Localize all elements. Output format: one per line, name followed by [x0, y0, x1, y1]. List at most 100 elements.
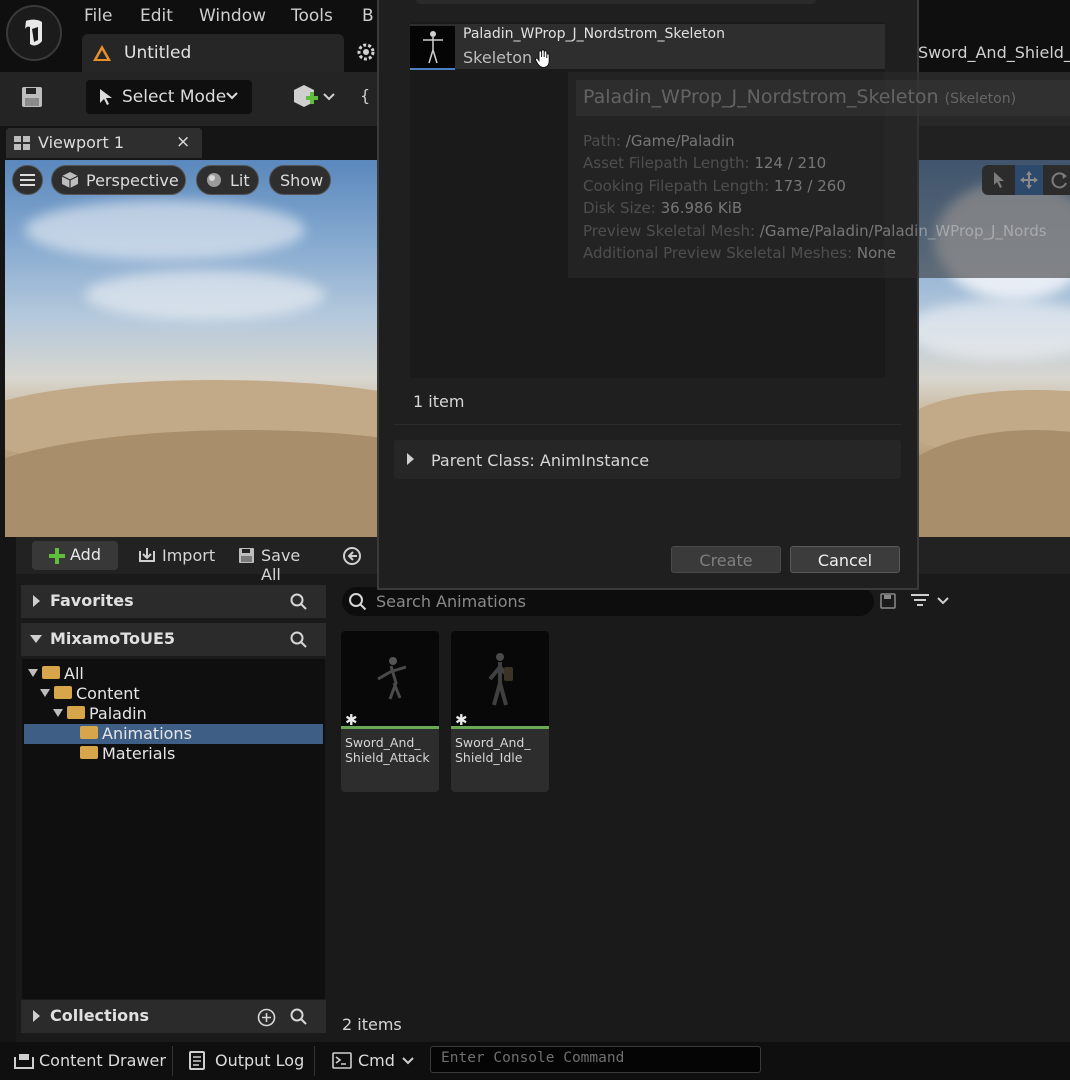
- skeleton-type: Skeleton: [463, 48, 533, 67]
- output-log-label: Output Log: [215, 1051, 305, 1070]
- output-log-icon: [189, 1051, 205, 1070]
- save-icon[interactable]: [20, 85, 44, 109]
- level-icon: [93, 45, 111, 61]
- tree-item-animations[interactable]: Animations: [80, 724, 192, 744]
- expand-right-icon: [33, 595, 40, 607]
- dialog-search-field[interactable]: [416, 0, 816, 4]
- menu-build[interactable]: B: [362, 6, 374, 26]
- project-label: MixamoToUE5: [50, 629, 176, 648]
- add-button[interactable]: Add: [32, 541, 118, 570]
- search-placeholder: Search Animations: [376, 592, 526, 611]
- search-icon[interactable]: [290, 593, 308, 611]
- viewport-options-button[interactable]: [12, 165, 43, 195]
- tree-item-label: All: [64, 664, 84, 683]
- search-icon[interactable]: [290, 1008, 308, 1026]
- divider: [394, 424, 901, 425]
- unreal-logo-icon[interactable]: [6, 5, 62, 61]
- add-actor-button[interactable]: [290, 82, 338, 112]
- tooltip-key: Preview Skeletal Mesh:: [583, 222, 756, 240]
- select-mode-dropdown[interactable]: Select Mode: [86, 80, 252, 114]
- tooltip-row: Asset Filepath Length: 124 / 210: [583, 154, 826, 172]
- close-icon[interactable]: ×: [176, 132, 190, 152]
- import-icon: [139, 548, 155, 562]
- show-button[interactable]: Show: [269, 165, 331, 195]
- level-tab[interactable]: Untitled: [82, 34, 344, 72]
- viewport-icon: [14, 136, 30, 150]
- folder-icon: [80, 746, 98, 759]
- folder-icon: [67, 706, 85, 719]
- search-input[interactable]: Search Animations: [342, 587, 874, 616]
- divider: [172, 1046, 173, 1076]
- tooltip-title: Paladin_WProp_J_Nordstrom_Skeleton (Skel…: [583, 86, 1016, 108]
- import-label: Import: [162, 546, 216, 565]
- cmd-label: Cmd: [358, 1051, 395, 1070]
- favorites-header[interactable]: Favorites: [21, 585, 326, 618]
- tooltip-key: Additional Preview Skeletal Meshes:: [583, 244, 853, 262]
- dialog-item-count: 1 item: [413, 392, 465, 411]
- cube-icon: [61, 172, 79, 188]
- select-mode-label: Select Mode: [122, 87, 227, 107]
- plus-icon: [49, 548, 65, 564]
- back-icon[interactable]: [342, 546, 362, 566]
- project-header[interactable]: MixamoToUE5: [21, 623, 326, 656]
- item-count: 2 items: [342, 1015, 402, 1034]
- tooltip-row: Path: /Game/Paladin: [583, 132, 735, 150]
- tooltip-row: Disk Size: 36.986 KiB: [583, 199, 742, 217]
- add-collection-icon[interactable]: [257, 1008, 276, 1027]
- viewport-tab-label: Viewport 1: [38, 133, 125, 152]
- save-all-icon: [239, 548, 254, 563]
- menu-edit[interactable]: Edit: [140, 6, 173, 26]
- expand-right-icon: [407, 453, 414, 465]
- tooltip-value: /Game/Paladin: [625, 132, 735, 150]
- chevron-down-icon: [402, 1057, 414, 1065]
- menu-window[interactable]: Window: [199, 6, 266, 26]
- lit-button[interactable]: Lit: [196, 165, 259, 195]
- expand-down-icon: [30, 635, 42, 643]
- tree-item-content[interactable]: Content: [40, 684, 140, 704]
- tooltip-title-type: (Skeleton): [944, 91, 1017, 107]
- expand-down-icon: [40, 688, 50, 697]
- asset-name: Sword_And_ Shield_Attack: [345, 735, 430, 765]
- asset-tile[interactable]: ✱ Sword_And_ Shield_Attack: [341, 631, 439, 792]
- hand-cursor-icon: [534, 49, 550, 69]
- viewport-tab[interactable]: Viewport 1 ×: [6, 128, 202, 158]
- add-actor-icon: [294, 85, 335, 107]
- tree-item-paladin[interactable]: Paladin: [53, 704, 147, 724]
- create-label: Create: [699, 551, 753, 570]
- tooltip-key: Path:: [583, 132, 622, 150]
- terminal-icon: [332, 1052, 352, 1069]
- tree-item-materials[interactable]: Materials: [80, 744, 175, 764]
- menu-file[interactable]: File: [84, 6, 112, 26]
- content-drawer-icon: [14, 1054, 34, 1069]
- hamburger-icon: [20, 174, 35, 186]
- tree-item-label: Animations: [102, 724, 192, 743]
- menu-tools[interactable]: Tools: [291, 6, 333, 26]
- gear-icon[interactable]: [356, 42, 376, 62]
- parent-class-expander[interactable]: Parent Class: AnimInstance: [394, 440, 901, 479]
- asset-tab-label[interactable]: Sword_And_Shield_: [918, 43, 1070, 62]
- select-mode-icon: [100, 89, 112, 105]
- add-label: Add: [70, 545, 101, 564]
- asterisk-icon: ✱: [345, 711, 358, 729]
- tooltip-value: None: [856, 244, 897, 262]
- search-icon[interactable]: [290, 631, 308, 649]
- search-icon: [349, 593, 367, 611]
- tooltip-key: Disk Size:: [583, 199, 656, 217]
- skeleton-name: Paladin_WProp_J_Nordstrom_Skeleton: [463, 26, 725, 42]
- level-tab-label: Untitled: [124, 43, 192, 63]
- tree-item-all[interactable]: All: [28, 664, 84, 684]
- blueprint-toolbar-icon[interactable]: {: [360, 86, 370, 105]
- chevron-down-icon: [226, 92, 238, 100]
- collections-header[interactable]: Collections: [21, 1000, 326, 1033]
- save-search-icon[interactable]: [880, 593, 896, 609]
- create-button[interactable]: Create: [671, 546, 781, 573]
- expand-down-icon: [53, 708, 63, 717]
- console-input[interactable]: Enter Console Command: [430, 1046, 761, 1073]
- filter-icon[interactable]: [910, 593, 952, 609]
- perspective-button[interactable]: Perspective: [51, 165, 186, 195]
- asset-tile[interactable]: ✱ Sword_And_ Shield_Idle: [451, 631, 549, 792]
- tooltip-value: 124 / 210: [754, 154, 827, 172]
- tooltip-row: Additional Preview Skeletal Meshes: None: [583, 244, 896, 262]
- cancel-button[interactable]: Cancel: [790, 546, 900, 573]
- cancel-label: Cancel: [817, 551, 873, 570]
